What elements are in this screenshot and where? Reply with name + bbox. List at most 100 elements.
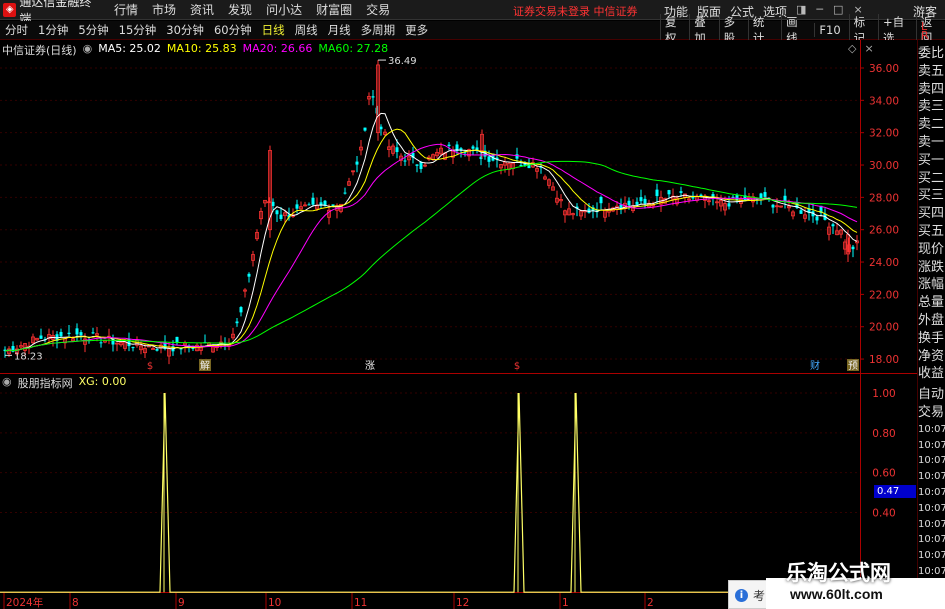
candle-body (363, 127, 367, 131)
date-tick-label: 1 (562, 597, 569, 609)
pane-close-icon[interactable]: × (864, 42, 873, 55)
date-tick-label: 2024年 (6, 596, 43, 609)
candle-body (239, 307, 243, 313)
sub-legend-toggle-icon[interactable]: ◉ (2, 375, 12, 391)
side-field-5[interactable]: 卖一 (918, 134, 945, 152)
side-field-16[interactable]: 换手 (918, 330, 945, 348)
pane-controls: ◇ × (848, 42, 882, 55)
side-field-8[interactable]: 买三 (918, 187, 945, 205)
trade-field-1[interactable]: 交易 (918, 404, 945, 422)
candle-body (727, 203, 731, 207)
quote-fields: 委比 卖五 卖四 卖三 卖二 卖一 买一 买二 买三 买四 买五 现价 涨跌 涨幅 总量 外盘 换手 净资 收益 (918, 40, 945, 383)
watermark-url: www.60lt.com (790, 586, 883, 602)
side-field-10[interactable]: 买五 (918, 223, 945, 241)
side-field-3[interactable]: 卖三 (918, 98, 945, 116)
event-marker: $ (514, 361, 520, 372)
maximize-icon[interactable]: □ (833, 3, 843, 16)
candle-body (419, 161, 423, 169)
trade-field-0[interactable]: 自动 (918, 386, 945, 404)
date-tick-label: 2 (647, 597, 654, 609)
candle-body (403, 160, 407, 162)
candle-body (627, 200, 631, 206)
side-field-0[interactable]: 委比 (918, 45, 945, 63)
candle-body (667, 190, 671, 195)
price-tick-label: 28.00 (869, 192, 899, 204)
price-tick-label: 26.00 (869, 225, 899, 237)
tick-time-5: 10:07 (918, 502, 945, 514)
side-field-12[interactable]: 涨跌 (918, 259, 945, 277)
period-tab-1[interactable]: 1分钟 (33, 22, 73, 38)
candle-body (155, 348, 159, 351)
candle-body (39, 335, 43, 339)
period-tab-4[interactable]: 30分钟 (161, 22, 209, 38)
event-marker: 预 (848, 360, 858, 372)
candle-body (59, 331, 63, 337)
side-field-18[interactable]: 收益 (918, 365, 945, 383)
period-tab-7[interactable]: 周线 (290, 22, 323, 38)
period-tab-0[interactable]: 分时 (0, 22, 33, 38)
side-field-2[interactable]: 卖四 (918, 81, 945, 99)
candle-body (275, 210, 279, 215)
period-tab-6[interactable]: 日线 (257, 22, 290, 38)
menu-item-5[interactable]: 财富圈 (316, 1, 352, 18)
period-tab-3[interactable]: 15分钟 (114, 22, 162, 38)
menu-item-2[interactable]: 资讯 (190, 1, 214, 18)
side-field-4[interactable]: 卖二 (918, 116, 945, 134)
menu-item-1[interactable]: 市场 (152, 1, 176, 18)
candle-body (851, 246, 855, 250)
side-field-14[interactable]: 总量 (918, 294, 945, 312)
event-marker: $ (147, 361, 153, 372)
side-field-13[interactable]: 涨幅 (918, 276, 945, 294)
sub-tick-label: 0.40 (872, 508, 895, 520)
stock-name: 中信证券(日线) (2, 44, 77, 57)
period-tab-8[interactable]: 月线 (323, 22, 356, 38)
date-tick-label: 8 (72, 597, 79, 609)
side-field-7[interactable]: 买二 (918, 170, 945, 188)
legend-toggle-icon[interactable]: ◉ (83, 42, 93, 58)
quote-side-panel: 委比 卖五 卖四 卖三 卖二 卖一 买一 买二 买三 买四 买五 现价 涨跌 涨幅 总量 外盘 换手 净资 收益 自… (917, 40, 945, 609)
sub-tick-label: 0.80 (872, 428, 895, 440)
period-tab-9[interactable]: 多周期 (356, 22, 401, 38)
side-field-1[interactable]: 卖五 (918, 63, 945, 81)
candle-body (271, 201, 275, 207)
login-warning[interactable]: 证券交易未登录 中信证券 (513, 3, 638, 19)
candle-body (371, 96, 375, 98)
info-icon: i (735, 589, 748, 602)
period-tab-2[interactable]: 5分钟 (73, 22, 113, 38)
candle-body (67, 332, 71, 335)
period-tab-10[interactable]: 更多 (400, 22, 433, 38)
side-field-17[interactable]: 净资 (918, 348, 945, 366)
candle-body (79, 332, 83, 336)
side-field-15[interactable]: 外盘 (918, 312, 945, 330)
candle-body (639, 197, 643, 202)
menu-item-4[interactable]: 问小达 (266, 1, 302, 18)
candle-body (395, 147, 399, 153)
event-marker: 财 (810, 359, 820, 372)
pane-settings-icon[interactable]: ◇ (848, 42, 856, 55)
menu-item-0[interactable]: 行情 (114, 1, 138, 18)
candle-body (763, 192, 767, 197)
minimize-icon[interactable]: ─ (816, 3, 823, 16)
toolbar-button-5[interactable]: F10 (814, 23, 844, 37)
candle-body (635, 201, 639, 205)
side-field-9[interactable]: 买四 (918, 205, 945, 223)
candle-body (643, 198, 647, 204)
menu-item-3[interactable]: 发现 (228, 1, 252, 18)
notification-popup[interactable]: i 考 (728, 580, 768, 609)
side-field-6[interactable]: 买一 (918, 152, 945, 170)
price-tick-label: 18.00 (869, 354, 899, 366)
app-logo-icon: ◈ (3, 2, 17, 17)
candle-body (235, 321, 239, 324)
menu-item-6[interactable]: 交易 (366, 1, 390, 18)
chart-area[interactable]: 36.00 34.00 32.00 30.00 28.00 26.00 24.00 22.00… (0, 40, 917, 609)
event-marker: 涨 (365, 360, 375, 372)
candle-body (515, 154, 519, 159)
candle-body (447, 144, 451, 146)
candle-body (247, 273, 251, 277)
tick-times: 10:07 10:07 10:07 10:07 10:07 10:07 10:07 10:07… (918, 422, 945, 580)
period-tab-5[interactable]: 60分钟 (209, 22, 257, 38)
side-field-11[interactable]: 现价 (918, 241, 945, 259)
tick-time-3: 10:07 (918, 471, 945, 483)
indicator-name: 股朋指标网 (17, 377, 73, 390)
date-tick-label: 12 (456, 597, 469, 609)
